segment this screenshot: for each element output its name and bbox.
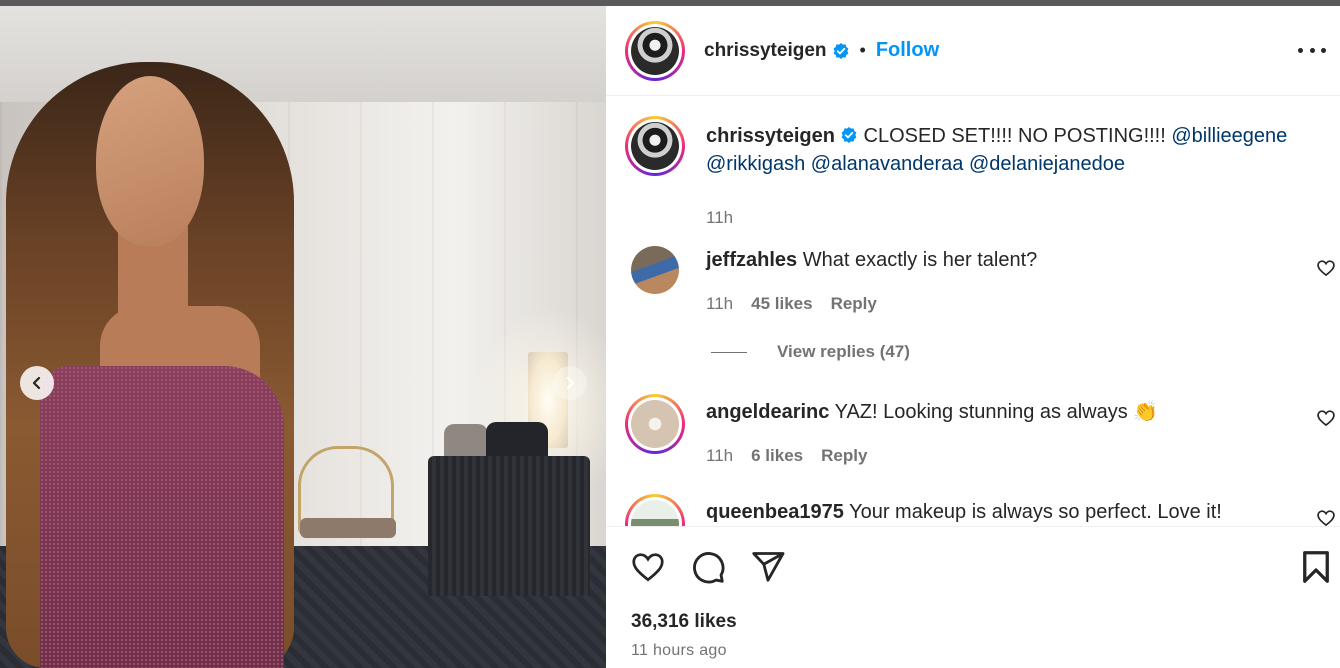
caption-meta: 11h — [706, 208, 733, 228]
share-button[interactable] — [750, 549, 786, 585]
photo-chair-seat — [300, 518, 396, 538]
post-photo[interactable] — [0, 6, 606, 668]
photo-person-dress — [40, 366, 284, 668]
commenter-avatar[interactable] — [625, 494, 685, 526]
view-replies-button[interactable]: View replies (47) — [711, 342, 910, 362]
caption-body: CLOSED SET!!!! NO POSTING!!!! — [863, 125, 1166, 147]
mention-link[interactable]: @rikkigash — [706, 153, 805, 175]
view-replies-label: View replies (47) — [777, 342, 910, 361]
reply-button[interactable]: Reply — [831, 294, 877, 314]
share-icon — [752, 552, 785, 582]
comment-text: angeldearinc YAZ! Looking stunning as al… — [706, 398, 1296, 426]
mention-link[interactable]: @billieegene — [1171, 125, 1287, 147]
heart-icon[interactable] — [1316, 258, 1336, 278]
post-actions: 36,316 likes 11 hours ago — [606, 526, 1340, 668]
comment-time[interactable]: 11h — [706, 446, 733, 466]
author-name-row: chrissyteigen • Follow — [704, 39, 939, 62]
next-photo-button[interactable] — [553, 366, 587, 400]
follow-button[interactable]: Follow — [876, 39, 939, 62]
likes-count[interactable]: 36,316 likes — [631, 611, 737, 633]
view-replies-line — [711, 351, 747, 353]
photo-sofa — [428, 456, 590, 596]
comment-meta: 11h 45 likes Reply — [706, 294, 877, 314]
commenter-avatar[interactable] — [625, 394, 685, 454]
more-options-icon[interactable] — [1298, 40, 1326, 60]
bookmark-icon — [1303, 551, 1329, 583]
photo-person-face — [96, 76, 204, 246]
heart-icon[interactable] — [1316, 508, 1336, 526]
comment-text: jeffzahles What exactly is her talent? — [706, 246, 1296, 274]
comment-text: queenbea1975 Your makeup is always so pe… — [706, 498, 1296, 526]
heart-icon[interactable] — [1316, 408, 1336, 428]
reply-button[interactable]: Reply — [821, 446, 867, 466]
save-button[interactable] — [1298, 549, 1334, 585]
comment-time[interactable]: 11h — [706, 294, 733, 314]
chevron-left-icon — [32, 376, 41, 390]
comment-button[interactable] — [690, 549, 726, 585]
comment-body: Your makeup is always so perfect. Love i… — [849, 501, 1222, 523]
comment-icon — [693, 552, 725, 584]
chevron-right-icon — [566, 376, 575, 390]
separator-dot: • — [859, 40, 866, 60]
comment-body: What exactly is her talent? — [802, 249, 1038, 271]
comment-username[interactable]: queenbea1975 — [706, 501, 844, 523]
author-username[interactable]: chrissyteigen — [704, 40, 827, 62]
verified-badge-icon — [841, 127, 857, 143]
like-button[interactable] — [630, 549, 666, 585]
post-sidebar: chrissyteigen • Follow chrissyteigen CLO… — [606, 6, 1340, 668]
previous-photo-button[interactable] — [20, 366, 54, 400]
caption-time[interactable]: 11h — [706, 208, 733, 228]
comment-username[interactable]: angeldearinc — [706, 401, 829, 423]
post-timestamp[interactable]: 11 hours ago — [631, 642, 727, 660]
mention-link[interactable]: @alanavanderaa — [811, 153, 964, 175]
heart-icon — [632, 553, 664, 582]
caption-avatar[interactable] — [625, 116, 685, 176]
comment-likes[interactable]: 45 likes — [751, 294, 812, 314]
verified-badge-icon — [833, 42, 848, 59]
caption-text: chrissyteigen CLOSED SET!!!! NO POSTING!… — [706, 122, 1296, 178]
mention-link[interactable]: @delaniejanedoe — [969, 153, 1125, 175]
post-header: chrissyteigen • Follow — [606, 6, 1340, 96]
comment-meta: 11h 6 likes Reply — [706, 446, 867, 466]
caption-username[interactable]: chrissyteigen — [706, 125, 835, 147]
comment-username[interactable]: jeffzahles — [706, 249, 797, 271]
comment-likes[interactable]: 6 likes — [751, 446, 803, 466]
comment-body: YAZ! Looking stunning as always 👏 — [834, 401, 1159, 423]
comments-list[interactable]: chrissyteigen CLOSED SET!!!! NO POSTING!… — [606, 96, 1340, 526]
commenter-avatar[interactable] — [631, 246, 679, 294]
author-avatar[interactable] — [625, 21, 685, 81]
